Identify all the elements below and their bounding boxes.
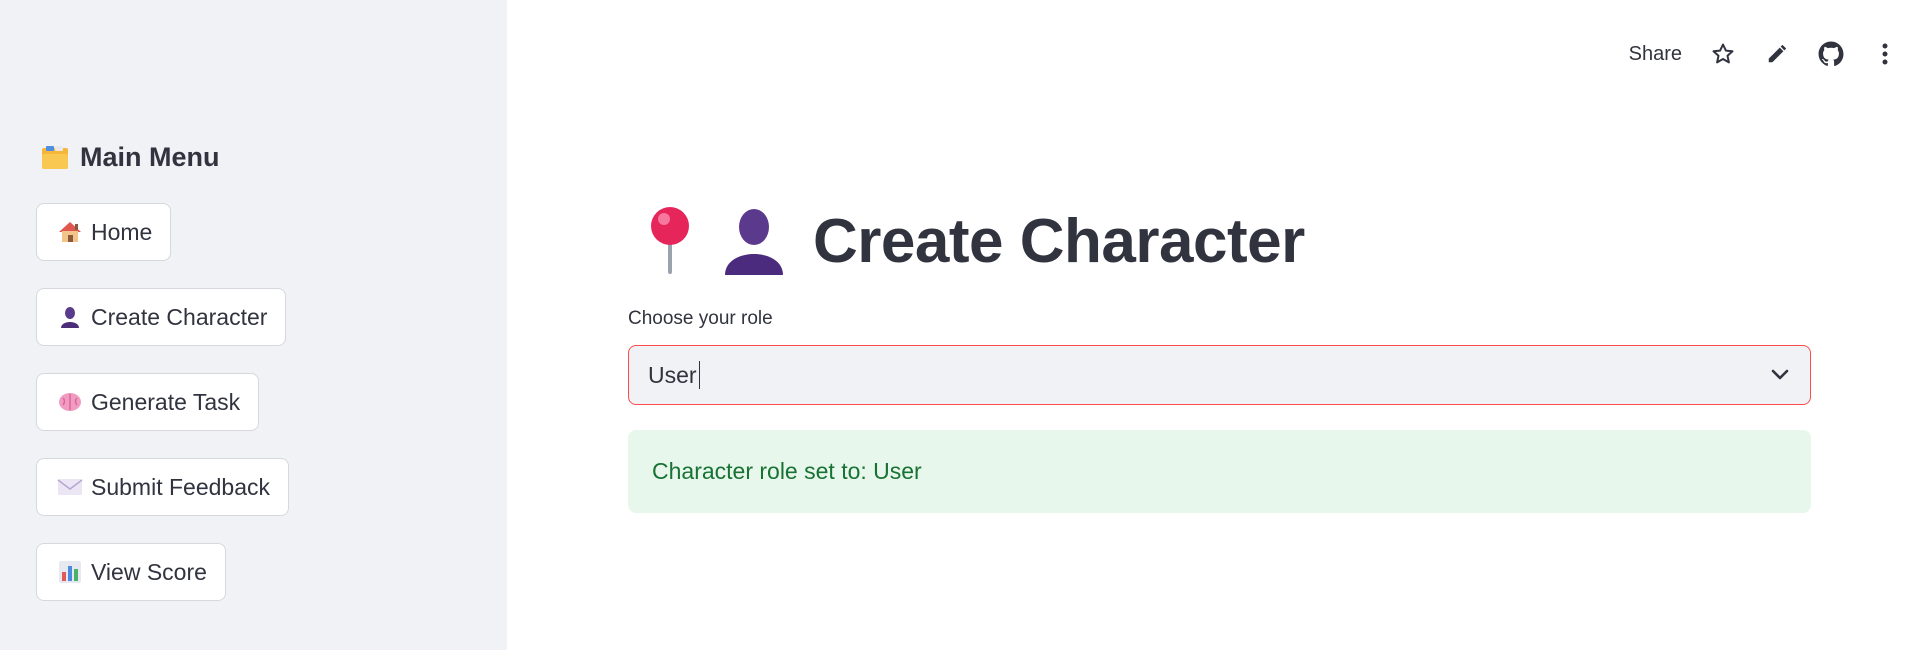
sidebar-item-view-score[interactable]: View Score xyxy=(36,543,226,601)
sidebar-item-generate-task[interactable]: Generate Task xyxy=(36,373,260,431)
pencil-icon[interactable] xyxy=(1762,39,1792,69)
round-pushpin-icon xyxy=(645,206,695,276)
page-title-text: Create Character xyxy=(813,206,1305,276)
sidebar-item-label: Create Character xyxy=(91,303,268,330)
envelope-icon xyxy=(57,474,83,500)
house-icon xyxy=(57,219,83,245)
brain-icon xyxy=(57,389,83,415)
sidebar-item-label: Home xyxy=(91,218,153,245)
chevron-down-icon[interactable] xyxy=(1768,363,1792,387)
role-select-value: User xyxy=(648,361,697,388)
sidebar-item-home[interactable]: Home xyxy=(36,203,172,261)
sidebar-item-label: Submit Feedback xyxy=(91,473,270,500)
share-button[interactable]: Share xyxy=(1629,43,1682,66)
app: Main Menu Home Create Character Generate… xyxy=(0,0,1920,650)
success-message: Character role set to: User xyxy=(652,458,922,484)
star-icon[interactable] xyxy=(1708,39,1738,69)
card-index-dividers-icon xyxy=(40,144,70,172)
bar-chart-icon xyxy=(57,559,83,585)
sidebar-item-create-character[interactable]: Create Character xyxy=(36,288,287,346)
sidebar-item-label: Generate Task xyxy=(91,388,241,415)
sidebar-title: Main Menu xyxy=(40,142,220,173)
more-vertical-icon[interactable] xyxy=(1870,39,1900,69)
success-alert: Character role set to: User xyxy=(628,430,1811,513)
sidebar-item-submit-feedback[interactable]: Submit Feedback xyxy=(36,458,289,516)
bust-silhouette-icon xyxy=(57,304,83,330)
sidebar: Main Menu Home Create Character Generate… xyxy=(0,0,507,650)
sidebar-title-text: Main Menu xyxy=(80,142,220,172)
github-icon[interactable] xyxy=(1816,39,1846,69)
bust-silhouette-icon xyxy=(721,207,787,275)
toolbar: Share xyxy=(1629,36,1920,72)
role-select-label: Choose your role xyxy=(628,308,773,329)
text-cursor xyxy=(698,361,700,389)
role-select[interactable]: User xyxy=(628,345,1811,405)
page-title: Create Character xyxy=(645,200,1305,282)
sidebar-item-label: View Score xyxy=(91,558,207,585)
